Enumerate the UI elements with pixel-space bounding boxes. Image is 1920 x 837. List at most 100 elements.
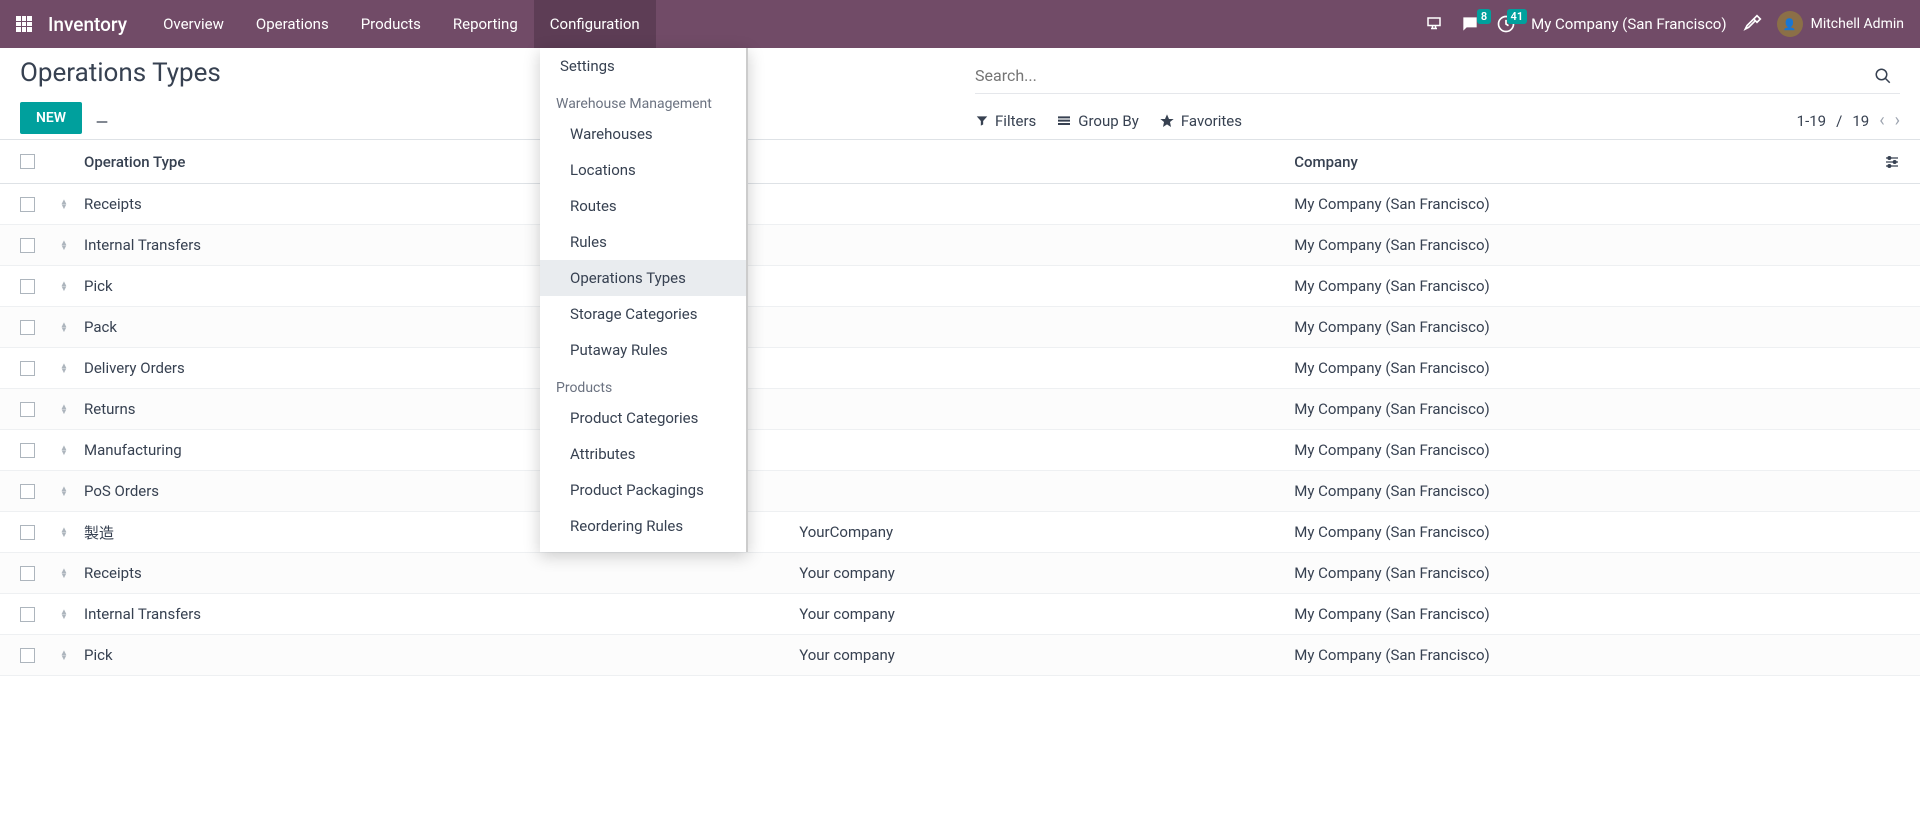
cell-company: My Company (San Francisco) [1294, 195, 1860, 213]
drag-handle-icon[interactable]: ▲▼ [60, 609, 84, 619]
row-checkbox[interactable] [20, 525, 35, 540]
activities-badge: 41 [1507, 9, 1528, 24]
drag-handle-icon[interactable]: ▲▼ [60, 240, 84, 250]
cell-company: My Company (San Francisco) [1294, 318, 1860, 336]
messages-icon[interactable]: 8 [1459, 13, 1481, 35]
filters-button[interactable]: Filters [975, 112, 1036, 130]
cell-company: My Company (San Francisco) [1294, 400, 1860, 418]
company-selector[interactable]: My Company (San Francisco) [1531, 15, 1726, 33]
dropdown-item[interactable]: Routes [540, 188, 746, 224]
dropdown-item[interactable]: Attributes [540, 436, 746, 472]
drag-handle-icon[interactable]: ▲▼ [60, 650, 84, 660]
table-row[interactable]: ▲▼PickMy Company (San Francisco) [0, 266, 1920, 307]
user-menu[interactable]: 👤 Mitchell Admin [1777, 11, 1904, 37]
row-checkbox[interactable] [20, 320, 35, 335]
table-row[interactable]: ▲▼Delivery OrdersMy Company (San Francis… [0, 348, 1920, 389]
adjust-columns-icon[interactable] [1884, 154, 1900, 170]
dropdown-item[interactable]: Product Categories [540, 400, 746, 436]
row-checkbox[interactable] [20, 607, 35, 622]
nav-items: OverviewOperationsProductsReportingConfi… [147, 0, 656, 48]
search-icon[interactable] [1866, 67, 1900, 85]
table-row[interactable]: ▲▼Internal TransfersYour companyMy Compa… [0, 594, 1920, 635]
cell-company: My Company (San Francisco) [1294, 277, 1860, 295]
cell-warehouse: Your company [791, 605, 1294, 623]
row-checkbox[interactable] [20, 566, 35, 581]
drag-handle-icon[interactable]: ▲▼ [60, 486, 84, 496]
drag-handle-icon[interactable]: ▲▼ [60, 404, 84, 414]
row-checkbox[interactable] [20, 402, 35, 417]
download-icon[interactable] [94, 110, 110, 126]
config-dropdown: SettingsWarehouse ManagementWarehousesLo… [540, 48, 748, 552]
user-name: Mitchell Admin [1811, 16, 1904, 32]
row-checkbox[interactable] [20, 197, 35, 212]
nav-operations[interactable]: Operations [240, 0, 345, 48]
dropdown-item[interactable]: Reordering Rules [540, 508, 746, 544]
drag-handle-icon[interactable]: ▲▼ [60, 445, 84, 455]
drag-handle-icon[interactable]: ▲▼ [60, 322, 84, 332]
search-input[interactable] [975, 58, 1866, 93]
nav-configuration[interactable]: Configuration [534, 0, 656, 48]
pager-next[interactable]: › [1895, 110, 1900, 131]
table-row[interactable]: ▲▼ManufacturingMy Company (San Francisco… [0, 430, 1920, 471]
table-row[interactable]: ▲▼ReturnsMy Company (San Francisco) [0, 389, 1920, 430]
nav-products[interactable]: Products [345, 0, 437, 48]
topbar: Inventory OverviewOperationsProductsRepo… [0, 0, 1920, 48]
cell-company: My Company (San Francisco) [1294, 564, 1860, 582]
topbar-left: Inventory OverviewOperationsProductsRepo… [16, 0, 656, 48]
nav-overview[interactable]: Overview [147, 0, 240, 48]
nav-reporting[interactable]: Reporting [437, 0, 534, 48]
table: Operation Type Company ▲▼ReceiptsMy Comp… [0, 139, 1920, 676]
dropdown-header: Warehouse Management [540, 84, 746, 116]
select-all-checkbox[interactable] [20, 154, 35, 169]
phone-icon[interactable] [1423, 13, 1445, 35]
dropdown-item[interactable]: Locations [540, 152, 746, 188]
table-row[interactable]: ▲▼PickYour companyMy Company (San Franci… [0, 635, 1920, 676]
toolbar: Filters Group By Favorites 1-19 / 19 ‹ › [975, 102, 1900, 139]
table-row[interactable]: ▲▼ReceiptsMy Company (San Francisco) [0, 184, 1920, 225]
table-row[interactable]: ▲▼製造YourCompanyMy Company (San Francisco… [0, 512, 1920, 553]
favorites-button[interactable]: Favorites [1159, 112, 1242, 130]
col-company[interactable]: Company [1294, 153, 1860, 171]
row-checkbox[interactable] [20, 279, 35, 294]
dropdown-item[interactable]: Rules [540, 224, 746, 260]
row-checkbox[interactable] [20, 484, 35, 499]
app-title[interactable]: Inventory [48, 13, 127, 36]
dropdown-item[interactable]: Product Packagings [540, 472, 746, 508]
tools-icon[interactable] [1741, 13, 1763, 35]
dropdown-item[interactable]: Warehouses [540, 116, 746, 152]
apps-icon[interactable] [16, 16, 32, 32]
table-row[interactable]: ▲▼ReceiptsYour companyMy Company (San Fr… [0, 553, 1920, 594]
cell-company: My Company (San Francisco) [1294, 605, 1860, 623]
pager-range[interactable]: 1-19 [1797, 112, 1826, 130]
row-checkbox[interactable] [20, 648, 35, 663]
dropdown-item[interactable]: Storage Categories [540, 296, 746, 332]
cell-company: My Company (San Francisco) [1294, 646, 1860, 664]
cell-company: My Company (San Francisco) [1294, 441, 1860, 459]
row-checkbox[interactable] [20, 443, 35, 458]
favorites-label: Favorites [1181, 112, 1242, 130]
activities-icon[interactable]: 41 [1495, 13, 1517, 35]
cell-company: My Company (San Francisco) [1294, 359, 1860, 377]
cell-warehouse: Your company [791, 564, 1294, 582]
drag-handle-icon[interactable]: ▲▼ [60, 568, 84, 578]
dropdown-item[interactable]: Settings [540, 48, 746, 84]
search-row [975, 58, 1900, 94]
new-button[interactable]: NEW [20, 102, 82, 134]
drag-handle-icon[interactable]: ▲▼ [60, 199, 84, 209]
messages-badge: 8 [1477, 9, 1491, 24]
row-checkbox[interactable] [20, 361, 35, 376]
row-checkbox[interactable] [20, 238, 35, 253]
table-row[interactable]: ▲▼PackMy Company (San Francisco) [0, 307, 1920, 348]
pager-prev[interactable]: ‹ [1879, 110, 1884, 131]
table-row[interactable]: ▲▼PoS OrdersMy Company (San Francisco) [0, 471, 1920, 512]
cell-operation-type: Internal Transfers [84, 605, 791, 623]
dropdown-item[interactable]: Operations Types [540, 260, 746, 296]
groupby-button[interactable]: Group By [1056, 112, 1139, 130]
avatar: 👤 [1777, 11, 1803, 37]
drag-handle-icon[interactable]: ▲▼ [60, 363, 84, 373]
table-row[interactable]: ▲▼Internal TransfersMy Company (San Fran… [0, 225, 1920, 266]
drag-handle-icon[interactable]: ▲▼ [60, 281, 84, 291]
dropdown-item[interactable]: Putaway Rules [540, 332, 746, 368]
dropdown-header: Units of Measures [540, 544, 746, 552]
drag-handle-icon[interactable]: ▲▼ [60, 527, 84, 537]
